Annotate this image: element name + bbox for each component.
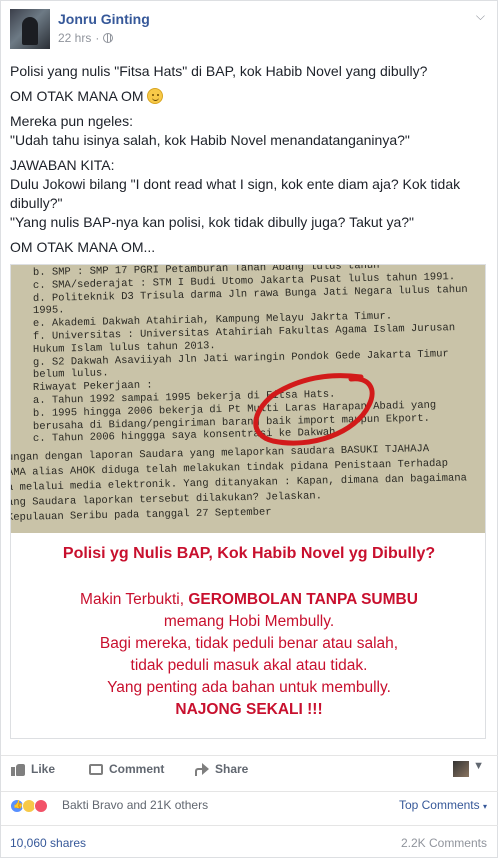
action-bar: Like Comment Share ▼: [1, 755, 498, 785]
love-reaction-icon[interactable]: [34, 799, 48, 813]
caption-line: Bagi mereka, tidak peduli benar atau sal…: [99, 635, 399, 652]
post-meta: 22 hrs ·: [58, 31, 114, 45]
share-label: Share: [215, 762, 249, 776]
post-paragraph: Polisi yang nulis "Fitsa Hats" di BAP, k…: [10, 63, 428, 79]
image-caption: Polisi yg Nulis BAP, Kok Habib Novel yg …: [11, 533, 485, 738]
smile-emoji-icon: [147, 88, 164, 104]
chevron-down-icon[interactable]: ⌵: [476, 9, 485, 24]
post-time[interactable]: 22 hrs: [58, 31, 91, 45]
meta-separator: ·: [95, 31, 100, 45]
like-label: Like: [31, 762, 56, 776]
like-button[interactable]: Like: [11, 762, 55, 776]
post-paragraph: Dulu Jokowi bilang "I dont read what I s…: [10, 176, 461, 211]
comment-button[interactable]: Comment: [89, 762, 164, 776]
stats-row: 10,060 shares 2.2K Comments: [1, 825, 498, 858]
red-circle-annotation: [253, 373, 375, 446]
viewer-avatar[interactable]: [453, 761, 469, 777]
post-line: Mereka pun ngeles:: [10, 113, 133, 129]
caption-line: tidak peduli masuk akal atau tidak.: [130, 657, 368, 674]
post-paragraph: Mereka pun ngeles:: [10, 112, 490, 131]
caption-highlight: GEROMBOLAN TANPA SUMBU: [188, 591, 418, 608]
bap-document-photo[interactable]: b. SMP : SMP 17 PGRI Petamburan Tanah Ab…: [11, 265, 485, 533]
share-icon: [195, 762, 209, 776]
caption-line: Makin Terbukti, GEROMBOLAN TANPA SUMBU: [80, 591, 418, 608]
comment-label: Comment: [109, 762, 165, 776]
post-paragraph: OM OTAK MANA OM: [10, 87, 490, 106]
comment-icon: [89, 763, 103, 775]
caption-line-bold: NAJONG SEKALI !!!: [175, 701, 323, 718]
reactors-text[interactable]: Bakti Bravo and 21K others: [62, 798, 208, 812]
top-comments-dropdown[interactable]: Top Comments ▾: [399, 798, 487, 812]
shared-image-card[interactable]: b. SMP : SMP 17 PGRI Petamburan Tanah Ab…: [10, 264, 486, 739]
caption-title: Polisi yg Nulis BAP, Kok Habib Novel yg …: [62, 545, 436, 562]
post-line: OM OTAK MANA OM: [10, 88, 144, 104]
post-card: Jonru Ginting 22 hrs · ⌵ Polisi yang nul…: [0, 0, 498, 858]
thumbs-up-icon: [11, 762, 25, 776]
chevron-down-icon[interactable]: ▼: [473, 760, 484, 772]
reactions-row: Bakti Bravo and 21K others Top Comments …: [1, 791, 498, 817]
post-body: Polisi yang nulis "Fitsa Hats" di BAP, k…: [10, 62, 490, 263]
caption-line: memang Hobi Membully.: [163, 613, 335, 630]
post-paragraph: JAWABAN KITA:: [10, 157, 115, 173]
globe-icon: [103, 33, 114, 43]
shares-count[interactable]: 10,060 shares: [10, 836, 86, 850]
caption-body: Makin Terbukti, GEROMBOLAN TANPA SUMBU m…: [11, 589, 485, 721]
author-name[interactable]: Jonru Ginting: [58, 11, 150, 27]
post-paragraph: "Yang nulis BAP-nya kan polisi, kok tida…: [10, 214, 414, 230]
post-paragraph: "Udah tahu isinya salah, kok Habib Novel…: [10, 132, 410, 148]
comments-count[interactable]: 2.2K Comments: [401, 836, 487, 850]
share-button[interactable]: Share: [195, 762, 248, 776]
post-paragraph: OM OTAK MANA OM...: [10, 239, 156, 255]
caret-down-icon: ▾: [482, 802, 487, 811]
author-avatar[interactable]: [10, 9, 50, 49]
caption-line: Yang penting ada bahan untuk membully.: [107, 679, 391, 696]
